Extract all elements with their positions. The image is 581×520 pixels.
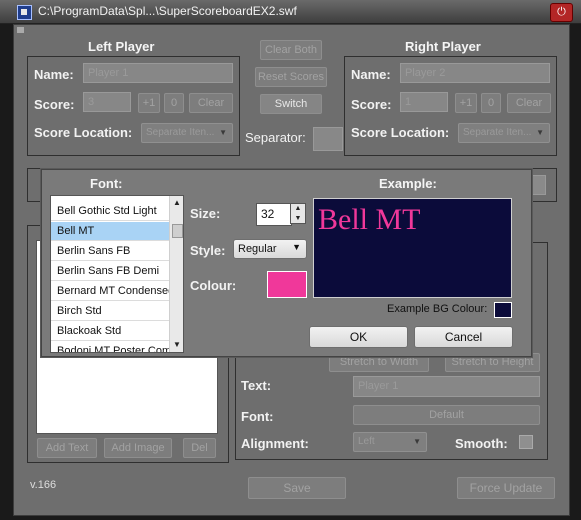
left-score-input[interactable]: 3: [83, 92, 131, 112]
font-button[interactable]: Default: [353, 405, 540, 425]
alignment-dropdown[interactable]: Left ▼: [353, 432, 427, 452]
font-list-item[interactable]: Berlin Sans FB: [51, 242, 169, 261]
style-label: Style:: [190, 243, 226, 258]
alignment-label: Alignment:: [241, 436, 309, 451]
scroll-thumb[interactable]: [172, 224, 183, 238]
right-score-input[interactable]: 1: [400, 92, 448, 112]
chevron-down-icon: ▼: [219, 128, 227, 137]
force-update-button[interactable]: Force Update: [457, 477, 555, 499]
right-location-label: Score Location:: [351, 125, 450, 140]
font-list-item[interactable]: Bodoni MT Poster Compressed: [51, 342, 169, 352]
right-clear-button[interactable]: Clear: [507, 93, 551, 113]
left-plus-one-button[interactable]: +1: [138, 93, 160, 113]
left-player-heading: Left Player: [88, 39, 155, 54]
corner-handle: [17, 27, 24, 33]
style-dropdown[interactable]: Regular ▼: [233, 239, 307, 259]
right-zero-button[interactable]: 0: [481, 93, 501, 113]
left-location-label: Score Location:: [34, 125, 133, 140]
reset-scores-button[interactable]: Reset Scores: [255, 67, 327, 87]
example-text: Bell MT: [318, 203, 421, 236]
cancel-button[interactable]: Cancel: [414, 326, 513, 348]
alignment-value: Left: [358, 436, 375, 447]
right-location-value: Separate Iten...: [463, 127, 532, 138]
clear-both-button[interactable]: Clear Both: [260, 40, 322, 60]
size-stepper[interactable]: ▲ ▼: [290, 203, 306, 224]
left-location-value: Separate Iten...: [146, 127, 215, 138]
text-input[interactable]: Player 1: [353, 376, 540, 397]
left-zero-button[interactable]: 0: [164, 93, 184, 113]
right-plus-one-button[interactable]: +1: [455, 93, 477, 113]
version-label: v.166: [30, 479, 57, 491]
font-list-item[interactable]: Berlin Sans FB Demi: [51, 262, 169, 281]
title-bar[interactable]: C:\ProgramData\Spl...\SuperScoreboardEX2…: [0, 0, 581, 24]
example-preview: Bell MT: [313, 198, 512, 298]
scroll-up-icon[interactable]: ▲: [170, 196, 183, 210]
window-title: C:\ProgramData\Spl...\SuperScoreboardEX2…: [38, 4, 297, 18]
font-label: Font:: [241, 409, 274, 424]
left-name-label: Name:: [34, 67, 74, 82]
chevron-down-icon: ▼: [536, 128, 544, 137]
switch-button[interactable]: Switch: [260, 94, 322, 114]
font-list-item-selected[interactable]: Bell MT: [51, 222, 169, 241]
left-score-label: Score:: [34, 97, 75, 112]
text-label: Text:: [241, 378, 272, 393]
font-list-item[interactable]: Bell Gothic Std Light: [51, 202, 169, 221]
right-location-dropdown[interactable]: Separate Iten... ▼: [458, 123, 550, 143]
chevron-down-icon: ▼: [413, 437, 421, 446]
ok-button[interactable]: OK: [309, 326, 408, 348]
chevron-down-icon: ▼: [292, 242, 301, 252]
scroll-down-icon[interactable]: ▼: [170, 338, 183, 352]
example-heading: Example:: [379, 176, 437, 191]
example-bg-label: Example BG Colour:: [387, 303, 488, 315]
right-player-heading: Right Player: [405, 39, 481, 54]
colour-label: Colour:: [190, 278, 237, 293]
size-label: Size:: [190, 206, 221, 221]
right-score-label: Score:: [351, 97, 392, 112]
separator-label: Separator:: [245, 130, 306, 145]
font-list-item[interactable]: Bernard MT Condensed: [51, 282, 169, 301]
font-list-item[interactable]: Birch Std: [51, 302, 169, 321]
separator-input[interactable]: [313, 127, 343, 151]
left-name-input[interactable]: Player 1: [83, 63, 233, 83]
left-clear-button[interactable]: Clear: [189, 93, 233, 113]
font-heading: Font:: [90, 176, 123, 191]
app-icon: [17, 5, 32, 20]
right-name-label: Name:: [351, 67, 391, 82]
style-value: Regular: [238, 243, 277, 255]
size-input[interactable]: 32: [256, 203, 292, 226]
font-list-scrollbar[interactable]: ▲ ▼: [169, 196, 183, 352]
middle-strip-button[interactable]: [530, 175, 546, 195]
left-location-dropdown[interactable]: Separate Iten... ▼: [141, 123, 233, 143]
save-button[interactable]: Save: [248, 477, 346, 499]
add-text-button[interactable]: Add Text: [37, 438, 97, 458]
font-list-item[interactable]: Blackoak Std: [51, 322, 169, 341]
example-bg-swatch[interactable]: [494, 302, 512, 318]
font-list[interactable]: Bell Gothic Std Light Bell MT Berlin San…: [50, 195, 184, 353]
size-value: 32: [261, 207, 275, 221]
colour-swatch[interactable]: [267, 271, 307, 298]
smooth-label: Smooth:: [455, 436, 508, 451]
add-image-button[interactable]: Add Image: [104, 438, 172, 458]
right-name-input[interactable]: Player 2: [400, 63, 550, 83]
smooth-checkbox[interactable]: [519, 435, 533, 449]
close-icon[interactable]: ⏻: [550, 3, 573, 22]
delete-button[interactable]: Del: [183, 438, 216, 458]
